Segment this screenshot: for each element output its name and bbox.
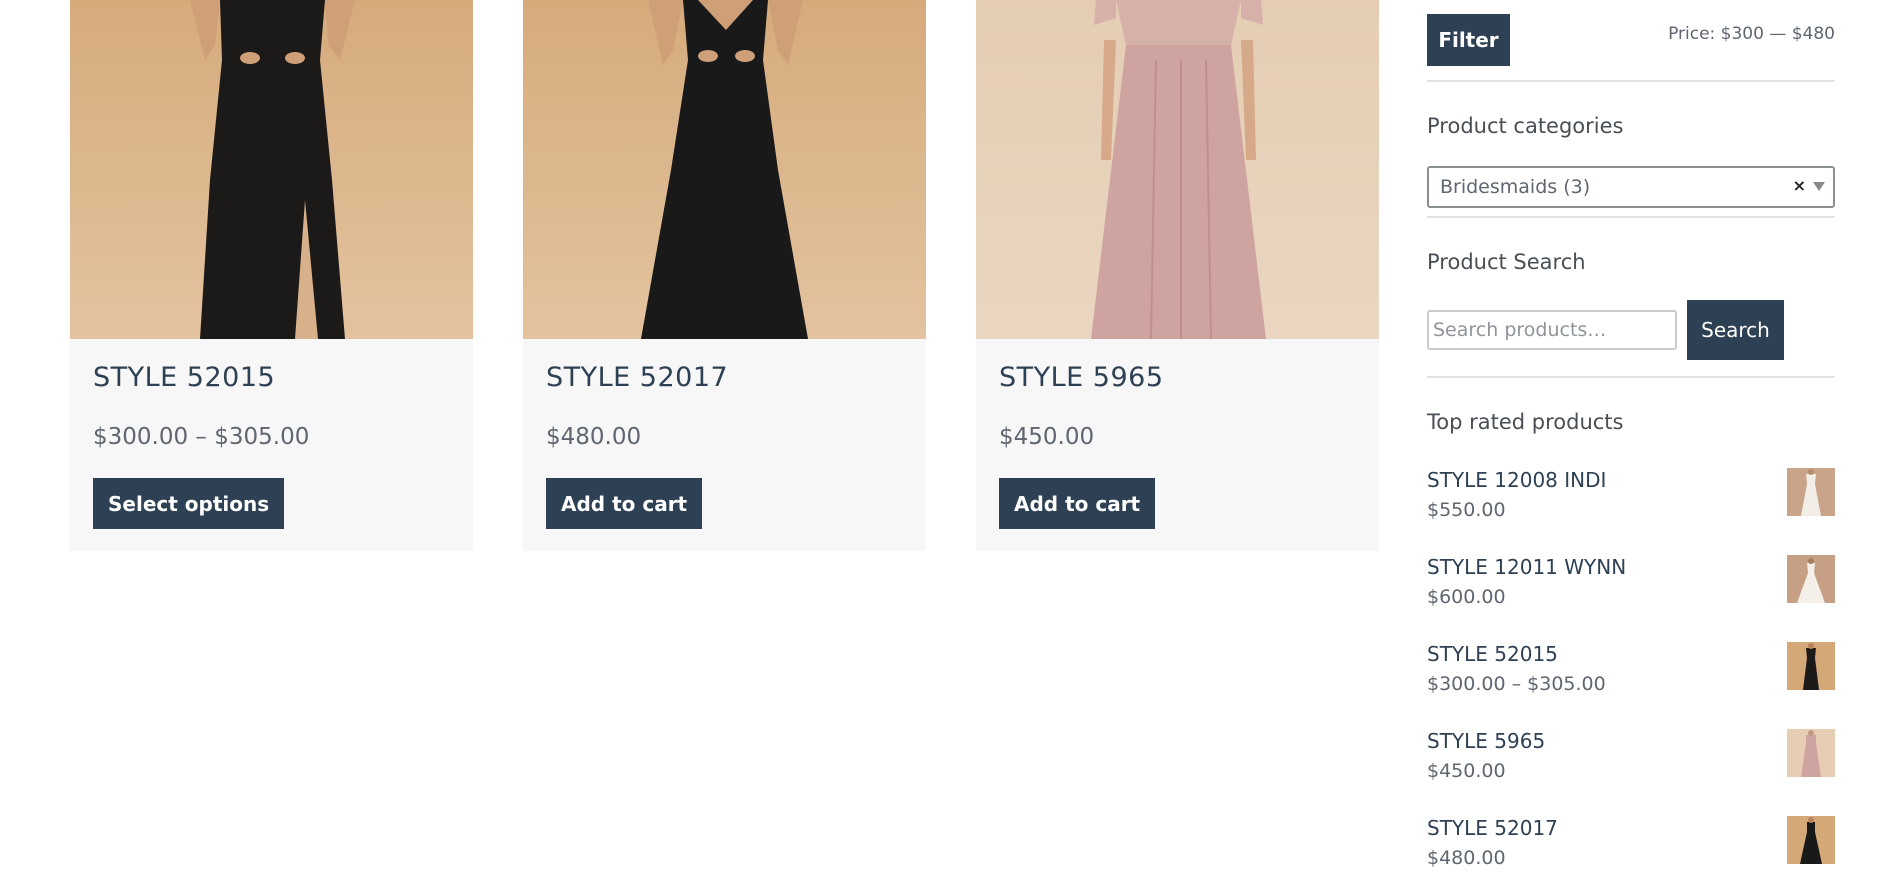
product-price: $480.00 [546, 424, 642, 450]
product-price: $300.00 – $305.00 [93, 424, 310, 450]
top-rated-price: $450.00 [1427, 760, 1506, 782]
product-thumbnail[interactable] [1787, 642, 1835, 690]
top-rated-heading: Top rated products [1427, 410, 1624, 434]
filter-button[interactable]: Filter [1427, 14, 1510, 66]
top-rated-price: $550.00 [1427, 499, 1506, 521]
add-to-cart-button[interactable]: Add to cart [546, 478, 703, 529]
chevron-down-icon[interactable] [1813, 182, 1825, 191]
top-rated-item: STYLE 52017 $480.00 [1427, 816, 1835, 876]
search-heading: Product Search [1427, 250, 1586, 274]
product-title[interactable]: STYLE 52017 [546, 362, 728, 393]
top-rated-title[interactable]: STYLE 52017 [1427, 816, 1558, 840]
product-card: STYLE 5965 $450.00 Add to cart [976, 0, 1379, 551]
category-select[interactable]: Bridesmaids (3) × [1427, 166, 1835, 208]
top-rated-price: $480.00 [1427, 847, 1506, 869]
clear-icon[interactable]: × [1793, 176, 1806, 195]
top-rated-title[interactable]: STYLE 52015 [1427, 642, 1558, 666]
product-card: STYLE 52015 $300.00 – $305.00 Select opt… [70, 0, 473, 551]
divider [1427, 216, 1835, 218]
price-range-label: Price: $300 — $480 [1668, 24, 1835, 44]
product-image[interactable] [976, 0, 1379, 339]
categories-heading: Product categories [1427, 114, 1624, 138]
top-rated-price: $600.00 [1427, 586, 1506, 608]
product-image[interactable] [70, 0, 473, 339]
top-rated-item: STYLE 12008 INDI $550.00 [1427, 468, 1835, 528]
category-selected-value: Bridesmaids (3) [1440, 176, 1591, 198]
product-thumbnail[interactable] [1787, 729, 1835, 777]
search-field[interactable] [1429, 312, 1675, 348]
top-rated-item: STYLE 52015 $300.00 – $305.00 [1427, 642, 1835, 702]
select-options-button[interactable]: Select options [93, 478, 285, 529]
top-rated-title[interactable]: STYLE 12011 WYNN [1427, 555, 1626, 579]
product-card: STYLE 52017 $480.00 Add to cart [523, 0, 926, 551]
search-input[interactable] [1427, 310, 1677, 350]
top-rated-item: STYLE 5965 $450.00 [1427, 729, 1835, 789]
top-rated-title[interactable]: STYLE 5965 [1427, 729, 1545, 753]
top-rated-title[interactable]: STYLE 12008 INDI [1427, 468, 1606, 492]
divider [1427, 80, 1835, 82]
divider [1427, 376, 1835, 378]
product-image[interactable] [523, 0, 926, 339]
product-price: $450.00 [999, 424, 1095, 450]
product-title[interactable]: STYLE 5965 [999, 362, 1164, 393]
product-thumbnail[interactable] [1787, 468, 1835, 516]
search-button[interactable]: Search [1687, 300, 1784, 360]
top-rated-price: $300.00 – $305.00 [1427, 673, 1606, 695]
product-thumbnail[interactable] [1787, 816, 1835, 864]
product-title[interactable]: STYLE 52015 [93, 362, 275, 393]
top-rated-item: STYLE 12011 WYNN $600.00 [1427, 555, 1835, 615]
add-to-cart-button[interactable]: Add to cart [999, 478, 1156, 529]
product-thumbnail[interactable] [1787, 555, 1835, 603]
